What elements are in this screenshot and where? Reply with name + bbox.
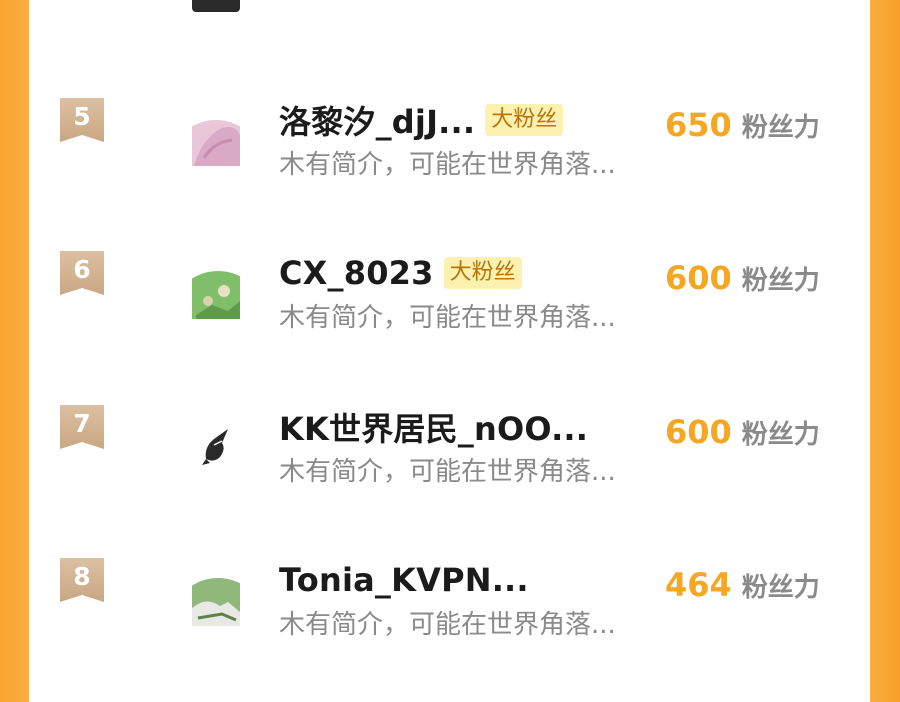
avatar[interactable]: [192, 425, 240, 479]
fan-tag: 大粉丝: [485, 104, 564, 136]
user-description: 木有简介，可能在世界角落...: [279, 457, 616, 487]
user-description: 木有简介，可能在世界角落...: [279, 303, 616, 333]
fan-tag: 大粉丝: [443, 257, 522, 289]
fan-ranking-panel: 5 洛黎汐_djJ... 大粉丝 木有简介，可能在世界角落... 650 粉丝力…: [29, 0, 870, 702]
fan-power-unit: 粉丝力: [741, 266, 820, 296]
fan-power-value: 650: [665, 106, 732, 144]
avatar[interactable]: [192, 271, 240, 325]
name-line: KK世界居民_nOO...: [279, 405, 588, 449]
fan-power: 650 粉丝力: [665, 106, 820, 144]
list-item[interactable]: 8 Tonia_KVPN... 木有简介，可能在世界角落... 464 粉丝力: [29, 558, 870, 702]
avatar-photo-icon: [192, 578, 240, 632]
fan-power-value: 600: [665, 413, 732, 451]
fan-power-value: 600: [665, 259, 732, 297]
fan-power-unit: 粉丝力: [741, 573, 820, 603]
avatar-pink-icon: [192, 120, 240, 172]
avatar[interactable]: [192, 578, 240, 632]
avatar-green-icon: [192, 271, 240, 325]
name-line: Tonia_KVPN...: [279, 558, 529, 602]
list-item[interactable]: 5 洛黎汐_djJ... 大粉丝 木有简介，可能在世界角落... 650 粉丝力: [29, 98, 870, 268]
fan-power-value: 464: [665, 566, 732, 604]
fan-power-unit: 粉丝力: [741, 113, 820, 143]
avatar[interactable]: [192, 118, 240, 172]
list-item[interactable]: 6 CX_8023 大粉丝 木有简介，可能在世界角落... 600 粉丝力: [29, 251, 870, 421]
fan-power: 600 粉丝力: [665, 413, 820, 451]
user-name[interactable]: CX_8023: [279, 254, 434, 292]
user-name[interactable]: Tonia_KVPN...: [279, 561, 529, 599]
list-item[interactable]: 7 KK世界居民_nOO... 木有简介，可能在世界角落... 600 粉丝力: [29, 405, 870, 575]
rank-badge: 5: [60, 98, 104, 142]
fan-power: 464 粉丝力: [665, 566, 820, 604]
previous-avatar: [192, 0, 240, 12]
fan-power-unit: 粉丝力: [741, 420, 820, 450]
rank-badge: 6: [60, 251, 104, 295]
user-name[interactable]: 洛黎汐_djJ...: [279, 97, 475, 143]
user-name[interactable]: KK世界居民_nOO...: [279, 404, 588, 450]
name-line: 洛黎汐_djJ... 大粉丝: [279, 97, 564, 143]
fan-power: 600 粉丝力: [665, 259, 820, 297]
user-description: 木有简介，可能在世界角落...: [279, 150, 616, 180]
rank-badge: 8: [60, 558, 104, 602]
rank-badge: 7: [60, 405, 104, 449]
avatar-bird-icon: [192, 425, 240, 473]
user-description: 木有简介，可能在世界角落...: [279, 610, 616, 640]
name-line: CX_8023 大粉丝: [279, 251, 522, 295]
